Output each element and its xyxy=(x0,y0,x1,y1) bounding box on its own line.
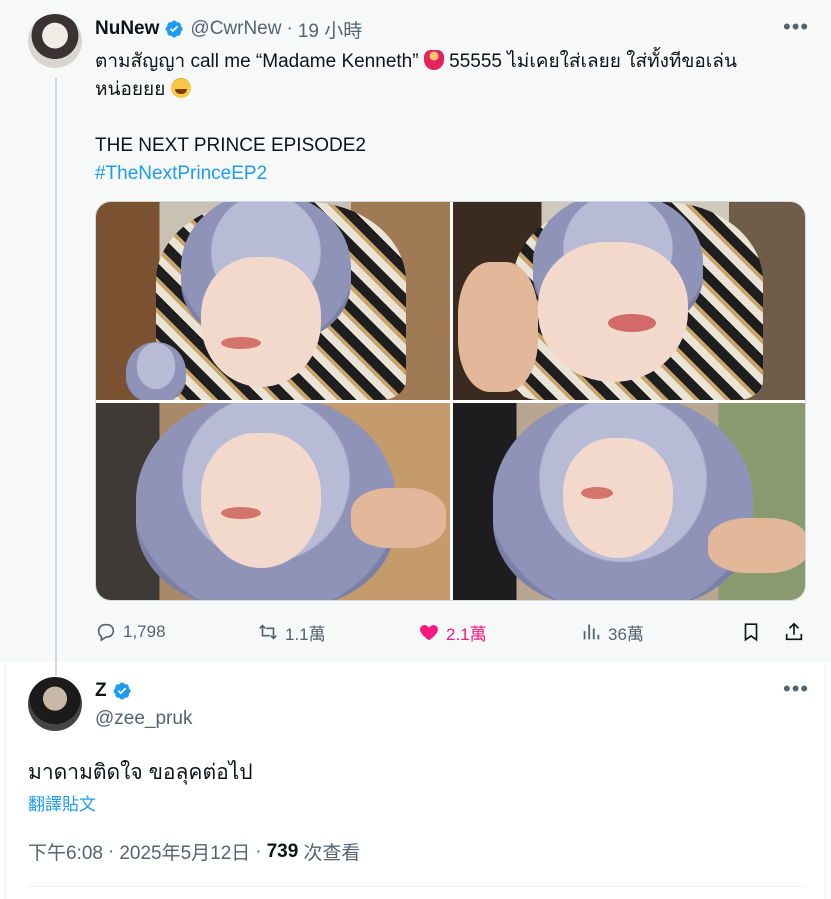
reply-header: Z xyxy=(95,680,138,702)
reply-text: มาดามติดใจ ขอลุคต่อไป xyxy=(28,761,253,784)
views-button[interactable]: 36萬 xyxy=(580,617,644,647)
photo-3[interactable] xyxy=(96,403,450,600)
verified-badge-icon xyxy=(166,20,183,38)
like-button[interactable]: 2.1萬 xyxy=(418,617,487,647)
tweet-text-line3: THE NEXT PRINCE EPISODE2 xyxy=(95,135,366,156)
tweet-time[interactable]: 19 小時 xyxy=(298,16,362,43)
bookmark-icon xyxy=(744,623,758,642)
hashtag-link[interactable]: #TheNextPrinceEP2 xyxy=(95,160,805,188)
tweet-actions: 1,798 1.1萬 2.1萬 36萬 xyxy=(95,617,806,647)
tears-of-joy-emoji-icon xyxy=(170,78,191,98)
verified-badge-icon xyxy=(113,682,131,700)
author-avatar[interactable] xyxy=(28,14,82,68)
tweet-text-line1a: ตามสัญญา call me “Madame Kenneth” xyxy=(95,51,424,72)
more-icon[interactable]: ••• xyxy=(783,678,809,700)
reply-author-handle[interactable]: @zee_pruk xyxy=(95,708,192,730)
reply-right-border xyxy=(825,662,826,899)
repost-count: 1.1萬 xyxy=(285,624,326,644)
separator-dot: · xyxy=(286,18,293,39)
reply-count: 1,798 xyxy=(123,622,166,641)
reply-time[interactable]: 下午6:08 xyxy=(28,838,103,865)
reply-date[interactable]: 2025年5月12日 xyxy=(119,838,250,865)
quoted-tweet-header: NuNew @CwrNew · 19 小時 xyxy=(95,16,362,43)
author-handle[interactable]: @CwrNew xyxy=(190,18,281,40)
translate-post-link[interactable]: 翻譯貼文 xyxy=(28,790,96,815)
tweet-text-line2: หน่อยยย xyxy=(95,79,171,100)
dancer-emoji-icon xyxy=(423,50,444,70)
reply-author-avatar[interactable] xyxy=(28,677,82,731)
reply-meta: 下午6:08 · 2025年5月12日 · 739 次查看 xyxy=(28,838,360,865)
photo-2[interactable] xyxy=(453,202,805,400)
like-icon xyxy=(420,625,438,641)
author-name[interactable]: NuNew xyxy=(95,18,159,40)
more-icon[interactable]: ••• xyxy=(783,16,809,38)
reply-views-count: 739 xyxy=(266,840,299,862)
like-count: 2.1萬 xyxy=(446,624,487,644)
separator-dot: · xyxy=(255,840,262,862)
separator-dot: · xyxy=(107,840,115,862)
photo-1[interactable] xyxy=(96,202,450,400)
photo-4[interactable] xyxy=(453,403,805,600)
tweet-text: ตามสัญญา call me “Madame Kenneth” 55555 … xyxy=(95,48,805,188)
views-count: 36萬 xyxy=(608,624,644,644)
repost-icon xyxy=(259,624,277,640)
repost-button[interactable]: 1.1萬 xyxy=(257,617,326,647)
thread-connector-line xyxy=(55,78,57,676)
media-grid xyxy=(95,201,806,601)
reply-button[interactable]: 1,798 xyxy=(95,617,166,647)
divider xyxy=(28,886,806,887)
share-button[interactable] xyxy=(783,617,811,647)
reply-left-border xyxy=(5,662,6,899)
reply-icon xyxy=(97,623,115,642)
reply-views-label: 次查看 xyxy=(303,843,361,864)
bookmark-button[interactable] xyxy=(740,617,768,647)
tweet-text-line1b: 55555 ไม่เคยใส่เลยย ใส่ทั้งทีขอเล่น xyxy=(443,51,737,72)
reply-author-name[interactable]: Z xyxy=(95,680,107,702)
views-icon xyxy=(583,624,600,640)
share-icon xyxy=(785,622,803,641)
